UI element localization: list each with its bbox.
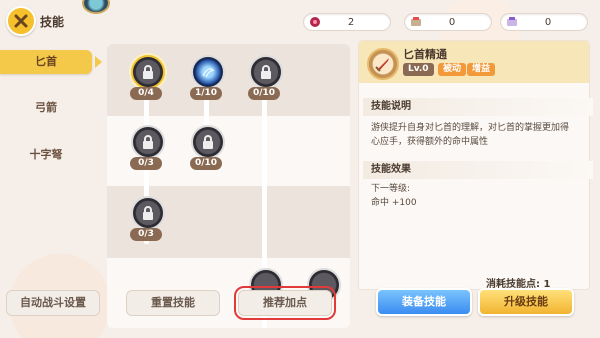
tag-badge: 增益 <box>467 63 496 76</box>
effect-value: 命中 +100 <box>371 198 417 208</box>
equip-skill-button[interactable]: 装备技能 <box>376 288 472 316</box>
resource-skill-book: 0 <box>404 13 492 31</box>
skill-node-level: 0/3 <box>130 157 162 170</box>
skill-node[interactable] <box>249 55 283 89</box>
page-title: 技能 <box>40 15 65 29</box>
tab-dagger[interactable]: 匕首 <box>0 50 92 74</box>
description-text: 游侠提升自身对匕首的理解，对匕首的掌握更加得心应手，获得额外的命中属性 <box>371 123 570 147</box>
tab-bow[interactable]: 弓箭 <box>0 99 92 115</box>
resource-red-gem: 2 <box>303 13 391 31</box>
effect-title: 技能效果 <box>363 161 593 179</box>
lock-icon <box>261 65 271 79</box>
skill-node[interactable] <box>131 125 165 159</box>
reset-skills-button[interactable]: 重置技能 <box>126 290 220 316</box>
lock-icon <box>143 65 153 79</box>
resource-value: 0 <box>448 16 456 28</box>
lock-icon <box>143 206 153 220</box>
recommend-points-button[interactable]: 推荐加点 <box>234 286 336 320</box>
skill-detail-panel: 匕首精通 Lv.0 被动 增益 技能说明 游侠提升自身对匕首的理解，对匕首的掌握… <box>358 40 593 290</box>
skill-node-level: 1/10 <box>190 87 222 100</box>
lock-icon <box>143 135 153 149</box>
resource-value: 0 <box>544 16 552 28</box>
active-tab-arrow <box>95 56 102 68</box>
blue-swirl-icon <box>202 68 215 78</box>
resource-purple-book: 0 <box>500 13 588 31</box>
auto-battle-settings-button[interactable]: 自动战斗设置 <box>6 290 100 316</box>
skill-tree-panel[interactable]: 0/4 1/10 0/10 0/3 0/10 0/3 <box>107 44 350 328</box>
skill-node[interactable] <box>191 125 225 159</box>
skill-node[interactable] <box>131 196 165 230</box>
skill-node[interactable] <box>131 55 165 89</box>
level-badge: Lv.0 <box>403 63 434 76</box>
tag-badge: 被动 <box>438 63 467 76</box>
red-gem-icon <box>308 15 322 29</box>
skill-node-level: 0/3 <box>130 228 162 241</box>
skill-name: 匕首精通 <box>403 48 447 61</box>
resource-value: 2 <box>347 16 355 28</box>
purple-book-icon <box>505 15 519 29</box>
skill-book-icon <box>409 15 423 29</box>
skill-node-level: 0/4 <box>130 87 162 100</box>
lock-icon <box>203 135 213 149</box>
close-icon <box>14 14 28 28</box>
next-level-label: 下一等级: <box>371 184 411 194</box>
skill-node-level: 0/10 <box>248 87 280 100</box>
skill-node[interactable] <box>191 55 225 89</box>
skill-node-level: 0/10 <box>190 157 222 170</box>
tab-crossbow[interactable]: 十字弩 <box>0 146 92 162</box>
upgrade-skill-button[interactable]: 升级技能 <box>478 288 574 316</box>
dagger-skill-icon <box>367 48 399 80</box>
close-button[interactable] <box>6 6 36 36</box>
description-title: 技能说明 <box>363 98 593 116</box>
